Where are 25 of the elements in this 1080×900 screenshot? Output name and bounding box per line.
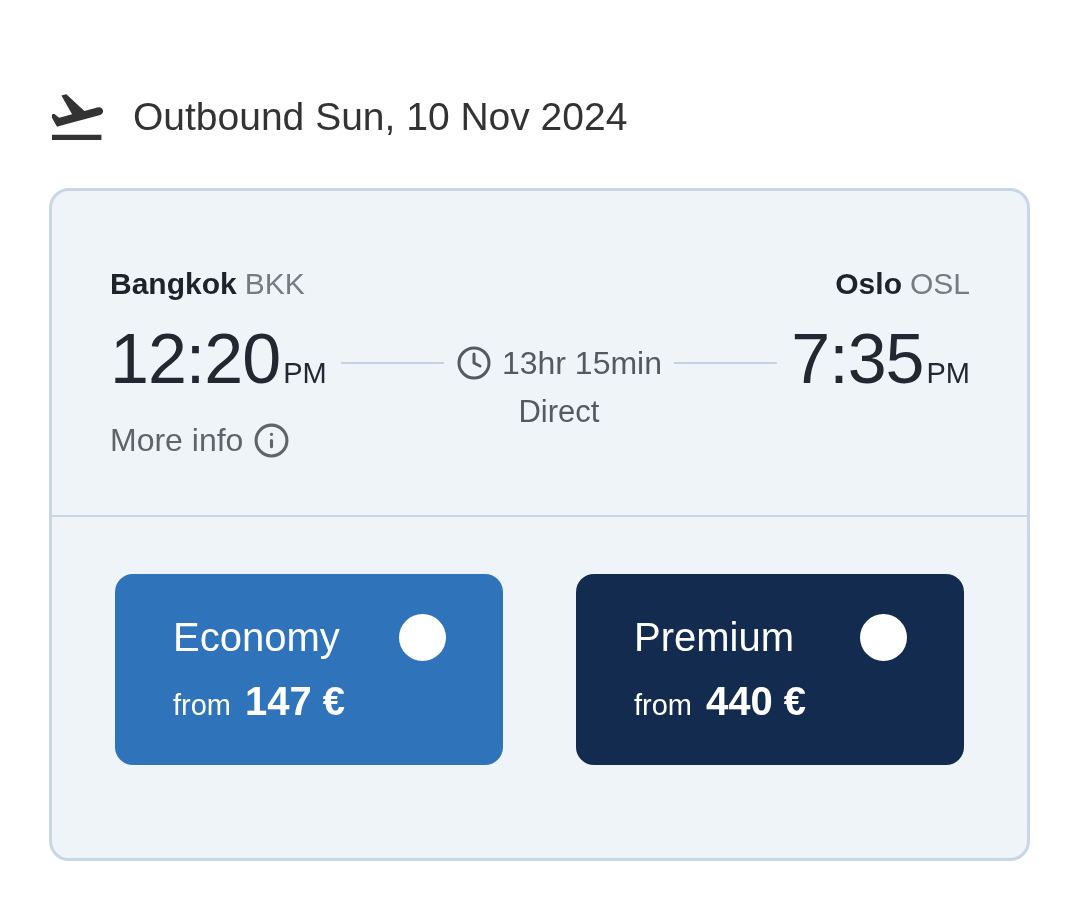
fare-price: 147 €: [245, 679, 346, 724]
airport-code: BKK: [244, 267, 305, 301]
fare-option-card[interactable]: Economy from 147 €: [115, 573, 503, 765]
outbound-date-heading: Outbound Sun, 10 Nov 2024: [133, 94, 628, 140]
info-icon[interactable]: [253, 421, 291, 459]
arrival-time: 7:35: [791, 319, 924, 400]
clock-icon: [455, 345, 492, 382]
flight-duration: 13hr 15min: [501, 344, 662, 382]
airport-code: OSL: [909, 267, 970, 301]
from-label: from: [173, 689, 231, 722]
time-period: PM: [283, 357, 327, 391]
departure-time: 12:20: [110, 319, 281, 400]
radio-button[interactable]: [399, 614, 446, 661]
city-name: Oslo: [835, 267, 902, 301]
fare-option-card[interactable]: Premium from 440 €: [576, 573, 964, 765]
fare-class-name: Economy: [173, 615, 340, 660]
fare-price: 440 €: [706, 679, 807, 724]
from-label: from: [634, 689, 692, 722]
more-info-link[interactable]: More info: [110, 421, 244, 459]
time-period: PM: [926, 357, 970, 391]
stops-label: Direct: [518, 393, 600, 430]
fare-class-name: Premium: [634, 615, 795, 660]
radio-button[interactable]: [860, 614, 907, 661]
plane-takeoff-icon: [52, 94, 103, 140]
city-name: Bangkok: [110, 267, 237, 301]
